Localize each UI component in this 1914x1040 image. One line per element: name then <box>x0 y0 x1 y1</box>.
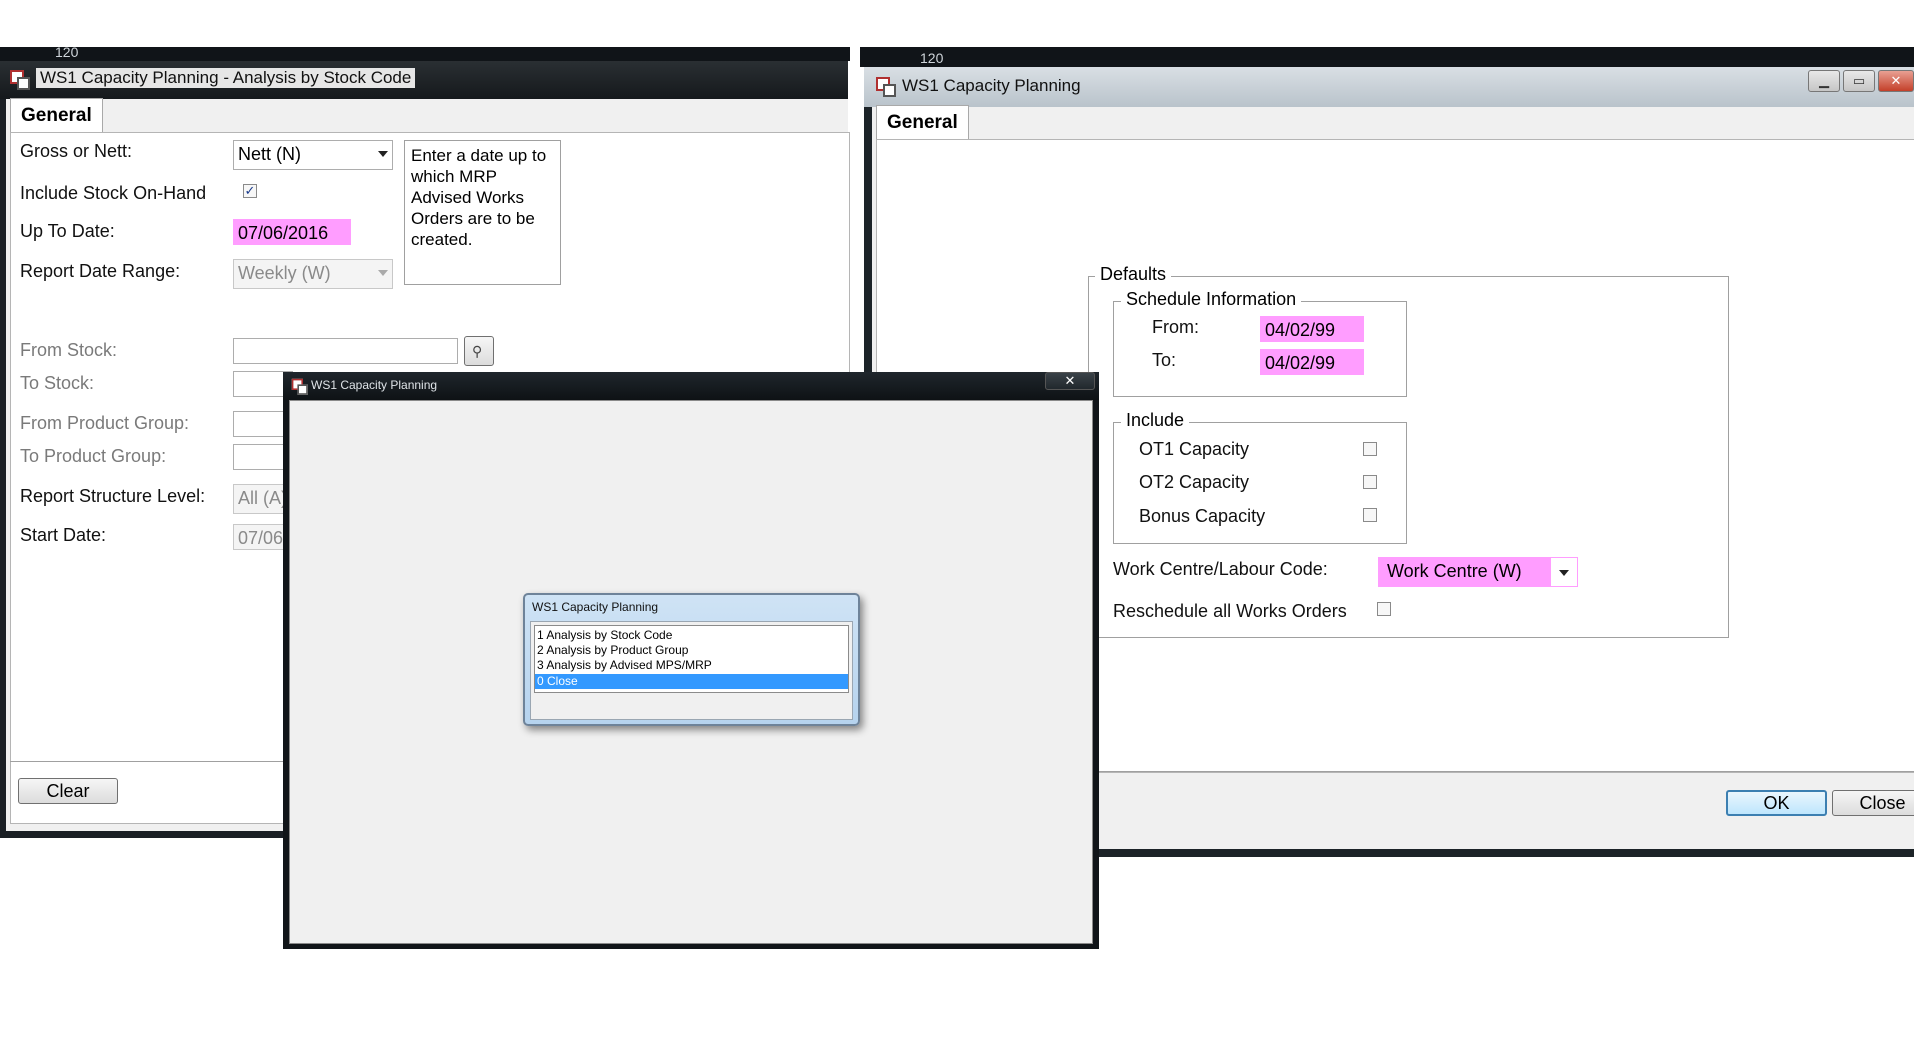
background-strip-left-text: 120 <box>55 44 79 60</box>
close-button[interactable]: Close <box>1832 790 1914 816</box>
app-icon <box>876 77 896 97</box>
window-title: WS1 Capacity Planning - Analysis by Stoc… <box>36 68 416 88</box>
start-date-label: Start Date: <box>20 525 107 545</box>
list-item[interactable]: 3 Analysis by Advised MPS/MRP <box>535 658 848 673</box>
schedule-from-field[interactable]: 04/02/99 <box>1260 316 1364 342</box>
to-product-group-label: To Product Group: <box>20 446 167 466</box>
left-window-titlebar[interactable]: WS1 Capacity Planning - Analysis by Stoc… <box>0 61 848 99</box>
list-item[interactable]: 1 Analysis by Stock Code <box>535 628 848 643</box>
bonus-capacity-label: Bonus Capacity <box>1139 506 1266 526</box>
from-stock-input[interactable] <box>233 338 458 364</box>
work-centre-select[interactable]: Work Centre (W) <box>1378 557 1578 587</box>
ot2-capacity-checkbox[interactable] <box>1363 475 1377 489</box>
window-title: WS1 Capacity Planning <box>902 76 1081 95</box>
bonus-capacity-checkbox[interactable] <box>1363 508 1377 522</box>
defaults-legend: Defaults <box>1095 264 1172 285</box>
ok-button[interactable]: OK <box>1726 790 1827 816</box>
close-window-button[interactable]: ✕ <box>1878 70 1914 92</box>
chevron-down-icon <box>1559 570 1569 576</box>
reschedule-checkbox[interactable] <box>1377 602 1391 616</box>
from-product-group-label: From Product Group: <box>20 413 190 433</box>
schedule-to-field[interactable]: 04/02/99 <box>1260 349 1364 375</box>
gross-or-nett-label: Gross or Nett: <box>20 141 133 161</box>
up-to-date-label: Up To Date: <box>20 221 115 241</box>
list-item[interactable]: 0 Close <box>535 674 848 689</box>
chevron-down-icon <box>378 270 388 276</box>
include-legend: Include <box>1121 410 1190 431</box>
to-stock-label: To Stock: <box>20 373 95 393</box>
chevron-down-icon <box>378 151 388 157</box>
report-date-range-value: Weekly (W) <box>238 263 331 283</box>
ot2-capacity-label: OT2 Capacity <box>1139 472 1250 492</box>
app-icon <box>291 378 308 395</box>
binoculars-search-button[interactable]: ⚲ <box>464 336 494 366</box>
schedule-to-label: To: <box>1152 350 1177 370</box>
clear-button[interactable]: Clear <box>18 778 118 804</box>
report-structure-level-label: Report Structure Level: <box>20 486 206 506</box>
menu-listbox[interactable]: 1 Analysis by Stock Code 2 Analysis by P… <box>534 625 849 693</box>
close-window-button[interactable]: ✕ <box>1045 372 1095 390</box>
from-stock-label: From Stock: <box>20 340 118 360</box>
include-stock-checkbox[interactable]: ✓ <box>243 184 257 198</box>
background-strip-right-text: 120 <box>920 50 944 66</box>
right-window-titlebar[interactable]: WS1 Capacity Planning ▁ ▭ ✕ <box>864 67 1914 107</box>
binoculars-icon: ⚲ <box>472 343 483 359</box>
list-item[interactable]: 2 Analysis by Product Group <box>535 643 848 658</box>
schedule-information-legend: Schedule Information <box>1121 289 1302 310</box>
ot1-capacity-checkbox[interactable] <box>1363 442 1377 456</box>
window-title: WS1 Capacity Planning <box>311 378 438 392</box>
gross-or-nett-select[interactable]: Nett (N) <box>233 140 393 170</box>
schedule-from-label: From: <box>1152 317 1199 337</box>
gross-or-nett-value: Nett (N) <box>238 144 301 164</box>
report-date-range-select[interactable]: Weekly (W) <box>233 259 393 289</box>
tab-general[interactable]: General <box>10 98 103 133</box>
background-strip-left <box>0 47 850 61</box>
app-icon <box>10 70 30 90</box>
work-centre-label: Work Centre/Labour Code: <box>1113 559 1328 579</box>
include-stock-label: Include Stock On-Hand <box>20 183 207 203</box>
minimize-button[interactable]: ▁ <box>1808 70 1840 92</box>
tab-general[interactable]: General <box>876 105 969 140</box>
report-date-range-label: Report Date Range: <box>20 261 181 281</box>
background-strip-right <box>860 47 1914 67</box>
up-to-date-field[interactable]: 07/06/2016 <box>233 219 351 245</box>
maximize-button[interactable]: ▭ <box>1843 70 1875 92</box>
capacity-planning-menu-window: WS1 Capacity Planning ✕ WS1 Capacity Pla… <box>283 372 1099 949</box>
reschedule-label: Reschedule all Works Orders <box>1113 601 1347 621</box>
menu-dialog-title: WS1 Capacity Planning <box>532 600 659 614</box>
menu-dialog: WS1 Capacity Planning 1 Analysis by Stoc… <box>523 593 860 726</box>
middle-window-titlebar[interactable]: WS1 Capacity Planning ✕ <box>283 372 1099 400</box>
ot1-capacity-label: OT1 Capacity <box>1139 439 1250 459</box>
help-hint-box: Enter a date up to which MRP Advised Wor… <box>404 140 561 285</box>
work-centre-value: Work Centre (W) <box>1387 561 1522 581</box>
